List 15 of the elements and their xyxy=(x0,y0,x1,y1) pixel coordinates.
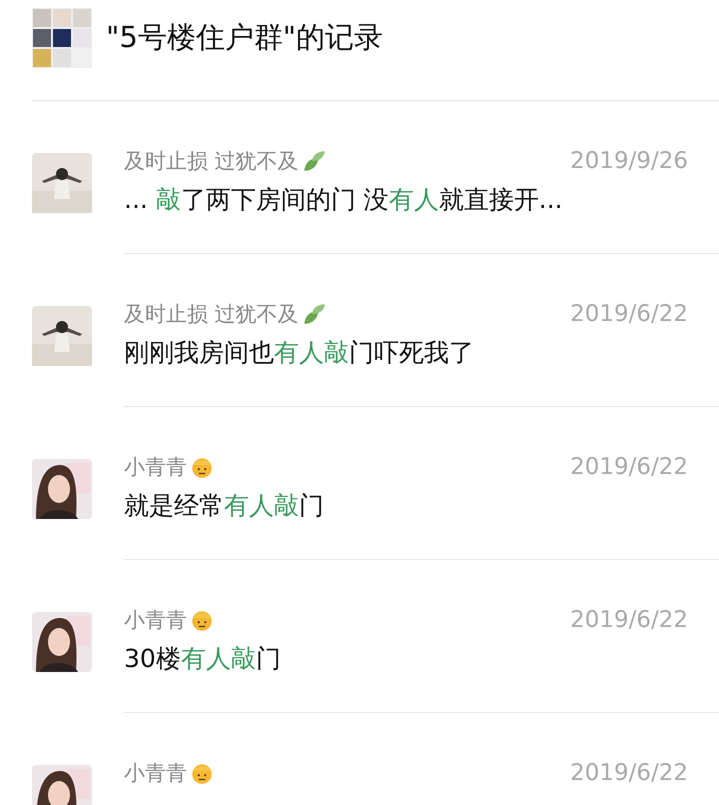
message-preview: 30楼有人敲门 xyxy=(124,643,282,675)
sender-name: 及时止损 过犹不及 xyxy=(124,301,299,328)
message-preview: 就是经常有人敲门 xyxy=(124,490,325,522)
chat-history-title: "5号楼住户群"的记录 xyxy=(106,19,384,56)
message-date: 2019/6/22 xyxy=(570,760,688,786)
sender-name: 小青青 xyxy=(124,454,187,481)
message-date: 2019/6/22 xyxy=(570,301,688,327)
sender-name: 小青青 xyxy=(124,760,187,787)
message-date: 2019/6/22 xyxy=(570,607,688,633)
message-preview: 刚刚我房间也有人敲门吓死我了 xyxy=(124,337,475,369)
sender-name: 及时止损 过犹不及 xyxy=(124,148,299,175)
sender-name: 小青青 xyxy=(124,607,187,634)
message-preview: ... 敲了两下房间的门 没有人就直接开... xyxy=(124,184,564,216)
message-date: 2019/6/22 xyxy=(570,454,688,480)
message-date: 2019/9/26 xyxy=(570,148,688,174)
